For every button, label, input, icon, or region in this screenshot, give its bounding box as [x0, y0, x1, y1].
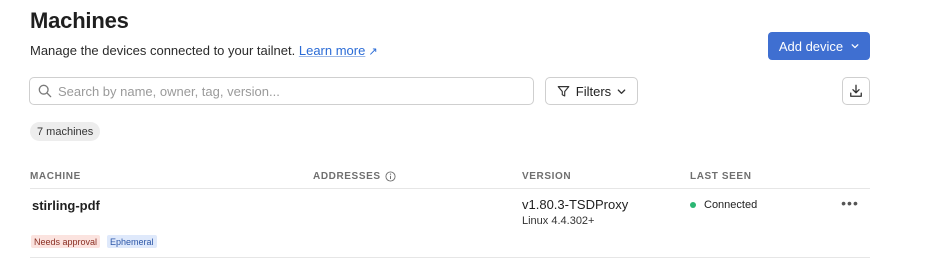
- info-icon[interactable]: [385, 171, 396, 182]
- external-link-icon: ↗: [368, 46, 378, 58]
- download-icon: [850, 84, 862, 97]
- add-device-label: Add device: [778, 38, 844, 54]
- machine-os: Linux 4.4.302+: [522, 215, 595, 227]
- filters-button[interactable]: Filters: [545, 77, 638, 105]
- table-header-divider: [30, 188, 870, 189]
- chevron-down-icon: [851, 44, 859, 49]
- add-device-button[interactable]: Add device: [768, 32, 870, 60]
- page-subtitle: Manage the devices connected to your tai…: [30, 43, 378, 58]
- column-header-last-seen[interactable]: LAST SEEN: [690, 171, 752, 182]
- more-options-button[interactable]: •••: [840, 196, 860, 212]
- column-header-last-seen-label: LAST SEEN: [690, 171, 752, 182]
- table-row-divider: [30, 257, 870, 258]
- ephemeral-tag: Ephemeral: [107, 235, 157, 248]
- status-dot-icon: [690, 202, 696, 208]
- filter-icon: [557, 85, 570, 97]
- chevron-down-icon: [617, 88, 626, 94]
- status-label: Connected: [704, 199, 758, 211]
- column-header-version-label: VERSION: [522, 171, 572, 182]
- machine-name-link[interactable]: stirling-pdf: [32, 198, 100, 213]
- connection-status: Connected: [690, 199, 757, 211]
- machine-count-badge: 7 machines: [30, 122, 101, 141]
- subtitle-text: Manage the devices connected to your tai…: [30, 43, 296, 58]
- learn-more-link[interactable]: Learn more ↗: [299, 43, 378, 58]
- search-input[interactable]: [58, 83, 528, 99]
- export-button[interactable]: [842, 77, 870, 105]
- column-header-addresses[interactable]: ADDRESSES: [313, 171, 396, 182]
- machine-version: v1.80.3-TSDProxy: [522, 197, 629, 212]
- needs-approval-tag: Needs approval: [31, 235, 101, 248]
- learn-more-label: Learn more: [298, 43, 366, 58]
- column-header-addresses-label: ADDRESSES: [313, 171, 381, 182]
- filters-label: Filters: [575, 83, 612, 99]
- column-header-machine-label: MACHINE: [30, 171, 81, 182]
- page-title: Machines: [30, 8, 129, 33]
- search-icon: [38, 84, 52, 98]
- column-header-version[interactable]: VERSION: [522, 171, 571, 182]
- search-field[interactable]: [29, 77, 534, 105]
- column-header-machine[interactable]: MACHINE: [30, 171, 81, 182]
